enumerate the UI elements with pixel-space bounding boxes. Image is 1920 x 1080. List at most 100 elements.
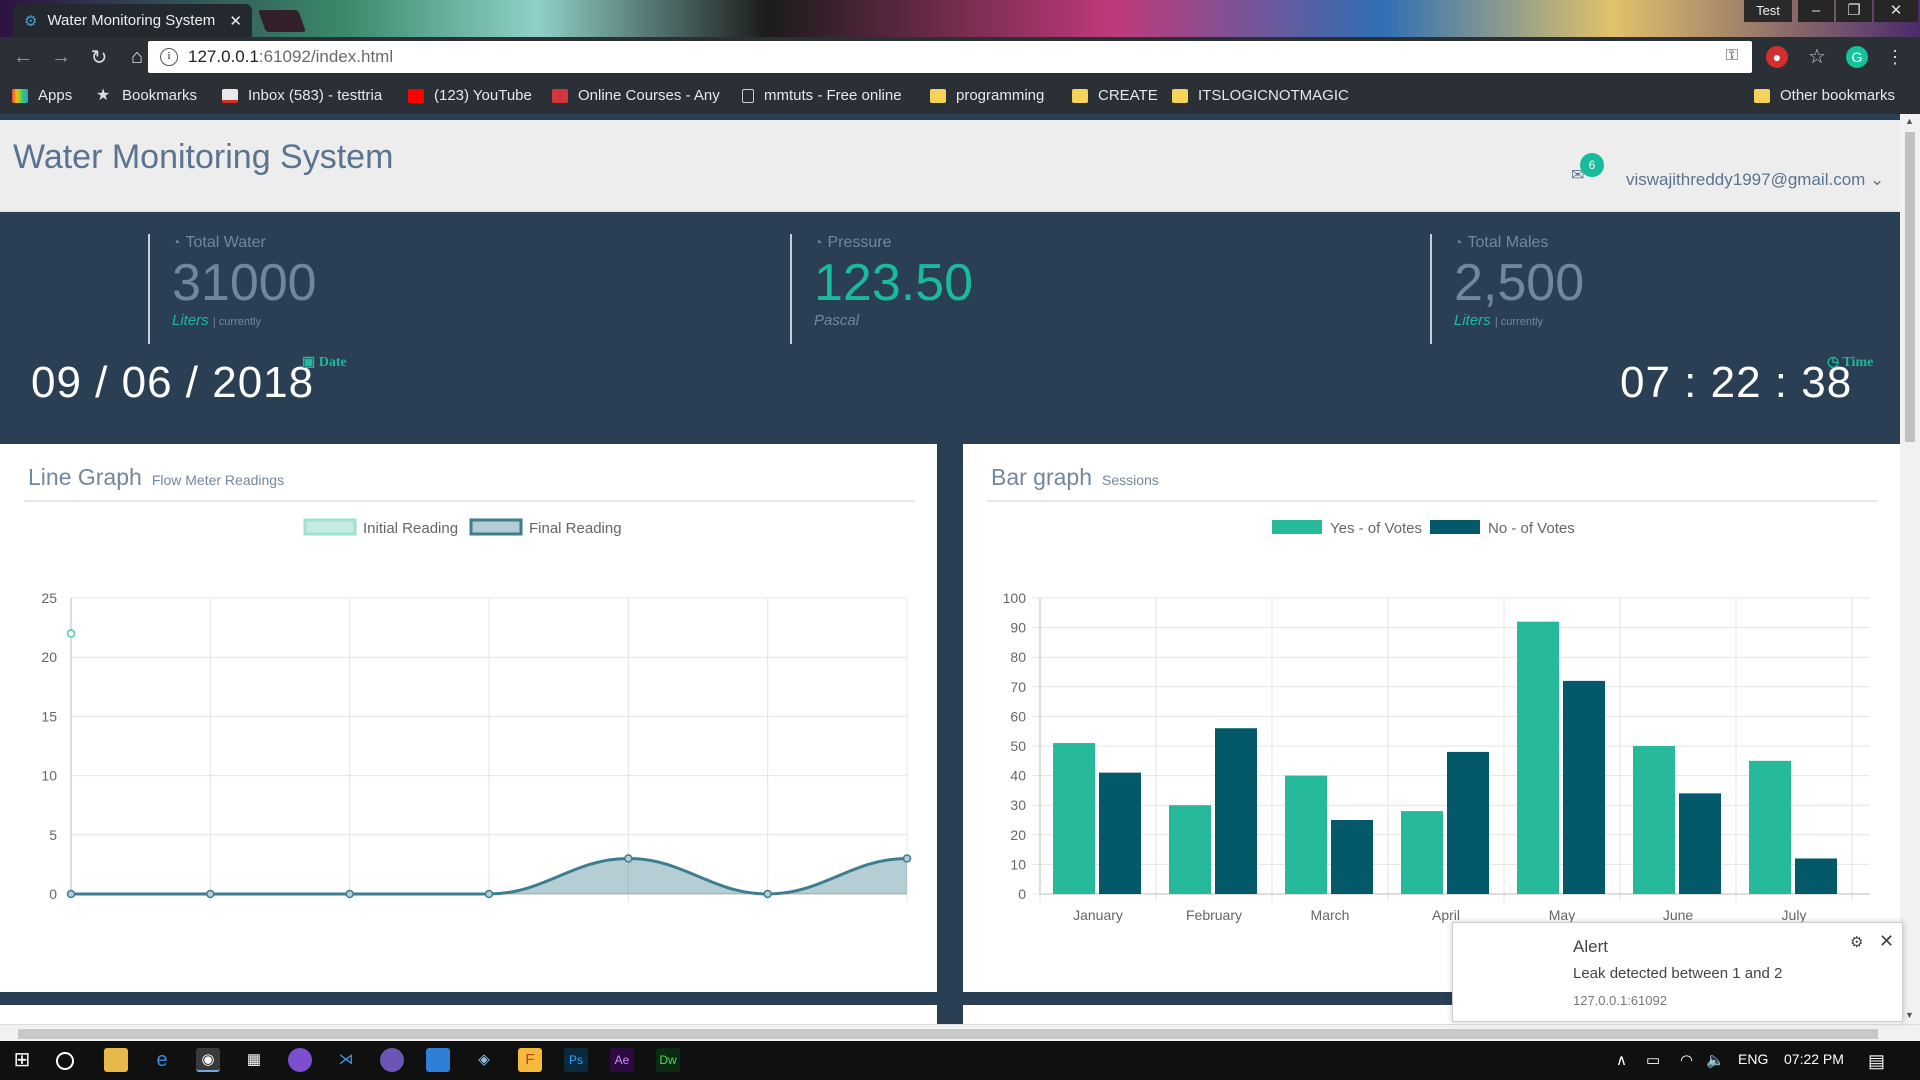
bookmark-itslogic[interactable]: ITSLOGICNOTMAGIC	[1172, 77, 1349, 114]
apps-icon	[12, 88, 28, 103]
page-title: Water Monitoring System	[13, 138, 394, 176]
bookmark-apps[interactable]: Apps	[12, 77, 72, 114]
scroll-thumb[interactable]	[18, 1029, 1878, 1039]
address-bar[interactable]: i 127.0.0.1:61092/index.html ⚿	[148, 41, 1752, 73]
bookmark-label: CREATE	[1098, 87, 1158, 104]
chevron-up-icon[interactable]: ∧	[1616, 1051, 1627, 1069]
scroll-up-icon[interactable]: ▲	[1905, 116, 1914, 126]
file-explorer-icon[interactable]	[104, 1048, 128, 1072]
scroll-thumb[interactable]	[1905, 132, 1915, 442]
clock-icon: ◷	[1827, 355, 1840, 370]
star-icon[interactable]: ☆	[1806, 46, 1828, 68]
adblock-icon[interactable]: ●	[1766, 46, 1788, 68]
notifications-icon[interactable]: ▤	[1868, 1051, 1885, 1072]
window-close-icon[interactable]: ✕	[1874, 0, 1918, 22]
menu-icon[interactable]: ⋮	[1884, 46, 1906, 68]
bookmark-mmtuts[interactable]: mmtuts - Free online	[742, 77, 912, 114]
bookmark-bookmarks[interactable]: ★ Bookmarks	[96, 77, 197, 114]
stat-value: 2,500	[1454, 254, 1585, 312]
data-point-initial-reading	[66, 629, 76, 638]
data-point-final-reading	[66, 889, 76, 899]
browser-toolbar: ← → ↻ ⌂ i 127.0.0.1:61092/index.html ⚿ ●…	[0, 37, 1920, 77]
info-icon[interactable]: i	[160, 48, 178, 66]
battery-icon[interactable]: ▭	[1646, 1051, 1660, 1069]
dashboard-icon: ◔	[172, 234, 181, 250]
minimize-icon[interactable]: –	[1798, 0, 1834, 22]
stat-total-water: ◔ Total Water 31000 Liters | currently	[148, 234, 317, 344]
stat-total-males: ◔ Total Males 2,500 Liters | currently	[1430, 234, 1584, 344]
close-icon[interactable]: ✕	[1879, 931, 1894, 952]
folder-icon	[1754, 88, 1770, 103]
grammarly-icon[interactable]: G	[1846, 46, 1868, 68]
bar-no-votes	[1563, 680, 1605, 894]
bookmark-online-courses[interactable]: Online Courses - Any	[552, 77, 724, 114]
bookmark-youtube[interactable]: (123) YouTube	[408, 77, 532, 114]
bookmark-create[interactable]: CREATE	[1072, 77, 1158, 114]
bar-no-votes	[1331, 820, 1373, 894]
volume-icon[interactable]: 🔈	[1706, 1051, 1725, 1069]
legend-swatch	[1272, 520, 1322, 534]
legend-label: Initial Reading	[363, 520, 458, 537]
vscode-icon[interactable]: ⋊	[334, 1048, 358, 1072]
x-tick-label: April	[1432, 907, 1460, 923]
panel-title: Line Graph Flow Meter Readings	[28, 464, 284, 491]
folder-icon	[1172, 88, 1188, 103]
url-host: 127.0.0.1	[188, 47, 259, 66]
panel-divider	[987, 500, 1878, 502]
browser-tab[interactable]: ⚙ Water Monitoring System ✕	[14, 4, 252, 37]
y-tick-label: 20	[41, 649, 57, 665]
horizontal-scrollbar[interactable]	[0, 1024, 1920, 1041]
time-label: ◷ Time	[1827, 354, 1873, 371]
panel-title: Bar graph Sessions	[991, 464, 1159, 491]
y-tick-label: 10	[1010, 856, 1026, 872]
x-tick-label: May	[1549, 907, 1575, 923]
bookmark-other[interactable]: Other bookmarks	[1754, 77, 1895, 114]
photoshop-icon[interactable]: Ps	[564, 1048, 588, 1072]
app-icon[interactable]	[380, 1048, 404, 1072]
app-icon[interactable]	[426, 1048, 450, 1072]
store-icon[interactable]: ▦	[242, 1048, 266, 1072]
key-icon[interactable]: ⚿	[1726, 47, 1738, 65]
reload-icon[interactable]: ↻	[84, 45, 114, 70]
y-tick-label: 10	[41, 768, 57, 784]
tab-close-icon[interactable]: ✕	[229, 12, 242, 30]
data-point-final-reading	[345, 889, 354, 899]
app-icon[interactable]: F	[518, 1048, 542, 1072]
forward-icon[interactable]: →	[46, 46, 76, 69]
restore-icon[interactable]: ❐	[1836, 0, 1872, 22]
bookmark-label: (123) YouTube	[434, 87, 532, 104]
page-icon	[742, 88, 754, 103]
new-tab-button[interactable]	[257, 10, 307, 32]
back-icon[interactable]: ←	[8, 46, 38, 69]
bookmark-label: programming	[956, 87, 1045, 104]
vertical-scrollbar[interactable]: ▲ ▼	[1900, 114, 1920, 1024]
chrome-icon[interactable]: ◉	[196, 1048, 220, 1072]
scroll-down-icon[interactable]: ▼	[1905, 1010, 1914, 1020]
panel-subtitle: Sessions	[1102, 472, 1159, 488]
dreamweaver-icon[interactable]: Dw	[656, 1048, 680, 1072]
alert-notification[interactable]: Alert Leak detected between 1 and 2 127.…	[1452, 922, 1903, 1022]
profile-button[interactable]: Test	[1744, 0, 1792, 22]
youtube-icon	[408, 88, 424, 103]
windows-start-icon[interactable]: ⊞	[10, 1048, 34, 1072]
after-effects-icon[interactable]: Ae	[610, 1048, 634, 1072]
bookmark-inbox[interactable]: Inbox (583) - testtria	[222, 77, 390, 114]
app-icon[interactable]: ◈	[472, 1048, 496, 1072]
bookmark-label: Apps	[38, 87, 73, 104]
bar-no-votes	[1447, 751, 1489, 894]
x-tick-label: June	[1663, 907, 1694, 923]
cortana-icon[interactable]	[56, 1052, 74, 1070]
bookmark-programming[interactable]: programming	[930, 77, 1044, 114]
legend-label: No - of Votes	[1488, 520, 1575, 537]
y-tick-label: 40	[1010, 768, 1026, 784]
user-menu[interactable]: viswajithreddy1997@gmail.com ⌄	[1626, 170, 1884, 190]
gear-icon[interactable]: ⚙	[1850, 933, 1863, 951]
bar-yes-votes	[1633, 746, 1675, 894]
app-icon[interactable]	[288, 1048, 312, 1072]
language-indicator[interactable]: ENG	[1738, 1051, 1768, 1067]
clock[interactable]: 07:22 PM	[1784, 1051, 1844, 1067]
wifi-icon[interactable]: ◠	[1680, 1051, 1693, 1069]
y-tick-label: 5	[49, 827, 57, 843]
edge-icon[interactable]: e	[150, 1048, 174, 1072]
notification-badge[interactable]: 6	[1580, 153, 1604, 177]
